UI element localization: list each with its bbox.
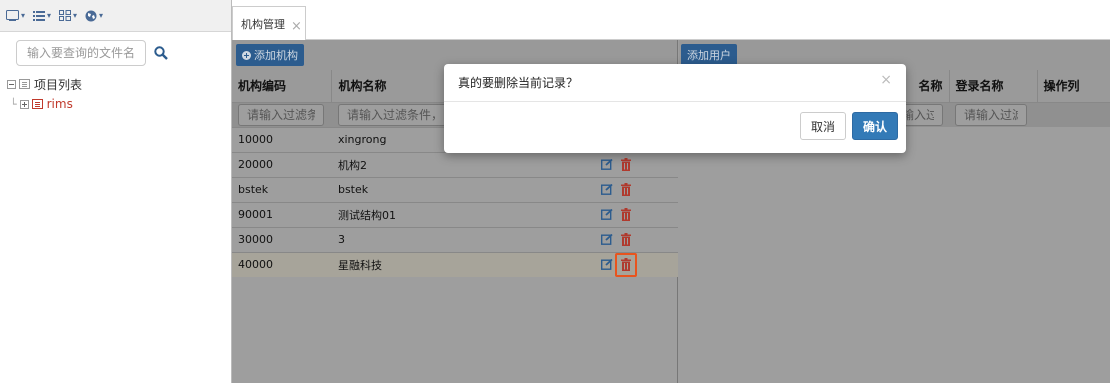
- add-org-label: 添加机构: [254, 49, 298, 62]
- dialog-footer: 取消 确认: [799, 112, 898, 140]
- add-user-button[interactable]: 添加用户: [681, 44, 737, 66]
- grid-menu-button[interactable]: ▾: [59, 10, 77, 21]
- table-row[interactable]: 30000 3: [232, 226, 678, 252]
- cell-code: bstek: [232, 176, 332, 202]
- filter-code-input[interactable]: [238, 103, 324, 126]
- edit-icon[interactable]: [600, 159, 613, 170]
- edit-icon[interactable]: [600, 259, 613, 271]
- cell-actions: [594, 176, 678, 202]
- edit-icon[interactable]: [600, 234, 613, 245]
- tab-bar: 机构管理 ×: [232, 0, 1110, 40]
- table-row[interactable]: 90001 测试结构01: [232, 201, 678, 227]
- folder-icon: [31, 99, 43, 109]
- cell-code: 40000: [232, 251, 332, 277]
- column-header-actions: 操作列: [1037, 70, 1110, 102]
- tree-node-label: rims: [46, 97, 73, 111]
- cancel-button[interactable]: 取消: [799, 112, 846, 140]
- main-area: 机构管理 × 添加机构 机构编码 机构名称 请输入过滤条件 请输入过滤条件，回 …: [232, 0, 1110, 383]
- highlighted-delete-button[interactable]: [614, 252, 637, 277]
- column-header-code[interactable]: 机构编码: [232, 70, 333, 102]
- tree-node-rims[interactable]: └ rims: [4, 94, 231, 114]
- add-org-button[interactable]: 添加机构: [236, 44, 304, 66]
- tree-node-project-list[interactable]: 项目列表: [4, 74, 231, 94]
- confirm-button[interactable]: 确认: [851, 112, 898, 140]
- edit-icon[interactable]: [600, 184, 613, 195]
- dialog-message: 真的要删除当前记录？: [444, 64, 906, 102]
- confirm-delete-dialog: 真的要删除当前记录？ × 取消 确认: [444, 64, 906, 153]
- folder-icon: [19, 79, 30, 89]
- edit-icon[interactable]: [600, 209, 613, 220]
- expand-icon[interactable]: [19, 99, 29, 109]
- window-menu-button[interactable]: ▾: [6, 10, 25, 21]
- window-icon: [6, 10, 19, 21]
- trash-icon[interactable]: [620, 233, 631, 246]
- cell-code: 30000: [232, 226, 332, 252]
- trash-icon[interactable]: [620, 208, 631, 221]
- chevron-down-icon: ▾: [73, 11, 78, 20]
- add-user-label: 添加用户: [687, 49, 731, 62]
- list-icon: [33, 10, 46, 21]
- tab-org-management[interactable]: 机构管理 ×: [232, 6, 306, 40]
- cell-name: 机构2: [331, 151, 595, 177]
- trash-icon[interactable]: [620, 183, 631, 196]
- search-icon[interactable]: [154, 46, 168, 60]
- file-search-input[interactable]: [16, 40, 146, 66]
- tree-node-label: 项目列表: [34, 77, 83, 92]
- trash-icon[interactable]: [620, 258, 631, 272]
- cell-name: 星融科技: [331, 251, 595, 277]
- cell-name: bstek: [331, 176, 595, 202]
- left-toolbar: ▾ ▾ ▾ ▾: [0, 0, 231, 32]
- file-search-row: [0, 32, 231, 66]
- cell-actions: [594, 201, 678, 227]
- chevron-down-icon: ▾: [21, 11, 26, 20]
- globe-icon: [85, 10, 97, 21]
- table-row[interactable]: 20000 机构2: [232, 151, 678, 177]
- table-row[interactable]: bstek bstek: [232, 176, 678, 202]
- chevron-down-icon: ▾: [99, 11, 104, 20]
- cell-code: 90001: [232, 201, 332, 227]
- tab-label: 机构管理: [241, 17, 285, 31]
- column-header-login[interactable]: 登录名称: [949, 70, 1038, 102]
- cell-actions: [594, 226, 678, 252]
- cell-actions: [594, 151, 678, 177]
- tree-connector: └: [10, 97, 17, 111]
- close-icon[interactable]: ×: [880, 72, 892, 88]
- list-menu-button[interactable]: ▾: [33, 10, 52, 21]
- table-row-selected[interactable]: 40000 星融科技: [232, 251, 678, 277]
- file-tree-panel: ▾ ▾ ▾ ▾ 项目列表: [0, 0, 232, 383]
- trash-icon[interactable]: [620, 158, 631, 171]
- collapse-icon[interactable]: [7, 79, 16, 89]
- chevron-down-icon: ▾: [47, 11, 52, 20]
- grid-icon: [59, 10, 72, 21]
- close-icon[interactable]: ×: [291, 19, 302, 34]
- cell-code: 10000: [232, 126, 332, 152]
- globe-menu-button[interactable]: ▾: [85, 10, 103, 22]
- plus-circle-icon: [242, 50, 251, 60]
- project-tree: 项目列表 └ rims: [0, 66, 231, 114]
- app-root: ▾ ▾ ▾ ▾ 项目列表: [0, 0, 1110, 383]
- filter-login-input[interactable]: [955, 103, 1027, 126]
- filter-name-input[interactable]: [337, 103, 458, 126]
- cell-code: 20000: [232, 151, 332, 177]
- cell-name: 3: [331, 226, 595, 252]
- cell-name: 测试结构01: [331, 201, 595, 227]
- cell-actions: [594, 251, 678, 277]
